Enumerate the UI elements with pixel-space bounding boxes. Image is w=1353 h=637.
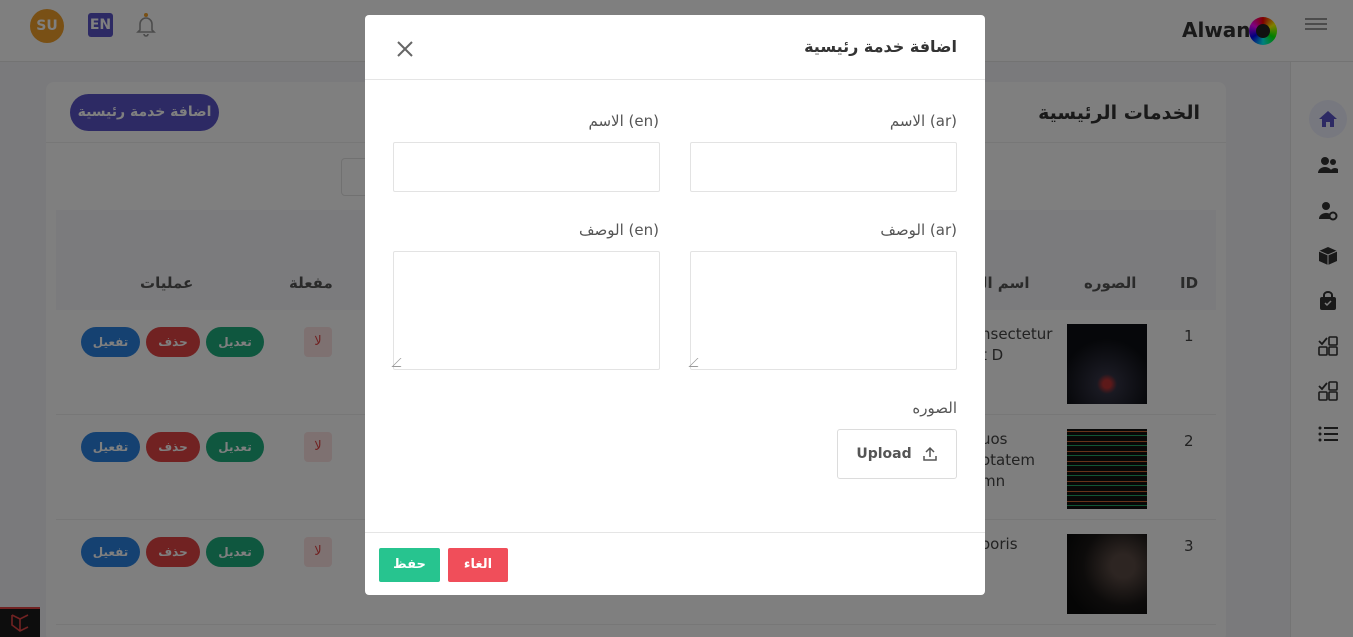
add-service-modal: اضافة خدمة رئيسية الاسم (ar) الاسم (en) … (365, 15, 985, 595)
name-ar-label: الاسم (ar) (889, 112, 957, 130)
desc-en-label: الوصف (en) (579, 221, 659, 239)
close-icon[interactable] (393, 37, 417, 61)
desc-ar-label: الوصف (ar) (880, 221, 957, 239)
upload-button[interactable]: Upload (837, 429, 957, 479)
modal-header: اضافة خدمة رئيسية (365, 15, 985, 80)
upload-icon (922, 446, 937, 461)
desc-ar-textarea[interactable] (690, 251, 957, 370)
upload-label: Upload (856, 446, 912, 462)
save-button[interactable]: حفظ (379, 548, 440, 582)
name-en-input[interactable] (393, 142, 660, 192)
name-ar-input[interactable] (690, 142, 957, 192)
modal-title: اضافة خدمة رئيسية (804, 37, 957, 56)
name-en-label: الاسم (en) (588, 112, 660, 130)
image-label: الصوره (912, 399, 957, 417)
modal-footer: حفظ الغاء (365, 532, 985, 595)
desc-en-textarea[interactable] (393, 251, 660, 370)
cancel-button[interactable]: الغاء (448, 548, 508, 582)
